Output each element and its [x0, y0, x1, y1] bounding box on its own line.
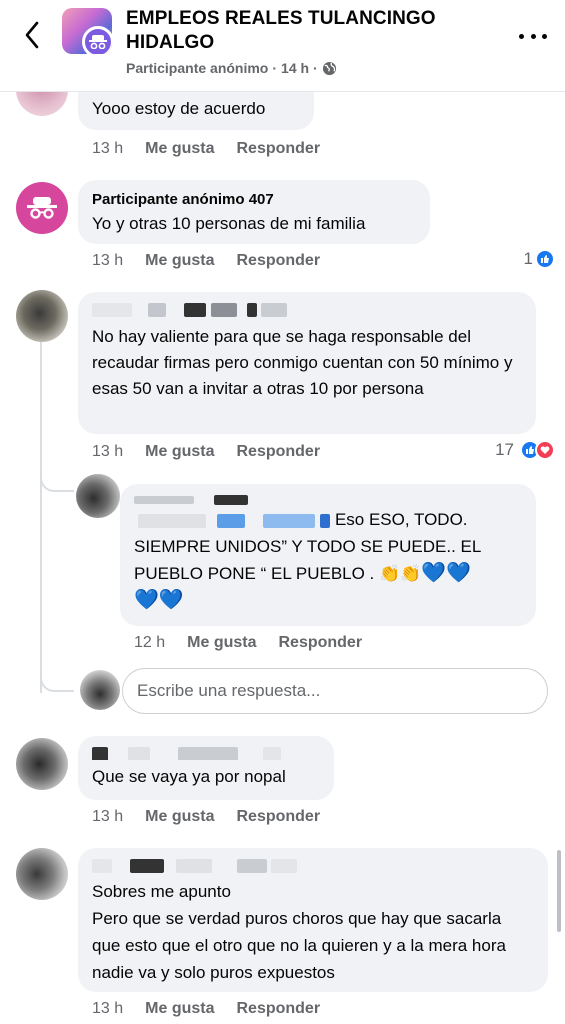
like-button[interactable]: Me gusta — [145, 252, 214, 270]
comment-actions: 13 h Me gusta Responder — [92, 140, 320, 158]
commenter-avatar[interactable] — [16, 738, 68, 790]
like-button[interactable]: Me gusta — [145, 808, 214, 826]
comment-bubble: Participante anónimo 407 Yo y otras 10 p… — [78, 180, 430, 244]
group-title[interactable]: EMPLEOS REALES TULANCINGO HIDALGO — [126, 7, 486, 55]
reply-button[interactable]: Responder — [236, 808, 320, 826]
comment-actions: 12 h Me gusta Responder — [134, 634, 362, 652]
comment-time[interactable]: 12 h — [134, 634, 165, 652]
blue-heart-icon: 💙💙 — [421, 562, 472, 584]
post-author[interactable]: Participante anónimo — [126, 60, 268, 76]
comment-author-redacted[interactable] — [92, 856, 534, 876]
thread-connector — [40, 470, 74, 492]
comment-actions: 13 h Me gusta Responder — [92, 443, 320, 461]
comment-time[interactable]: 13 h — [92, 252, 123, 270]
comment-bubble: Eso ESO, TODO. SIEMPRE UNIDOS” Y TODO SE… — [120, 484, 536, 626]
post-time[interactable]: 14 h — [281, 60, 309, 76]
comment-time[interactable]: 13 h — [92, 808, 123, 826]
thread-line — [40, 338, 42, 693]
love-reaction-icon — [535, 440, 555, 460]
meta-dot: · — [313, 60, 318, 76]
like-button[interactable]: Me gusta — [145, 443, 214, 461]
dot-icon — [542, 33, 547, 39]
comment-author-redacted[interactable] — [92, 300, 522, 320]
like-reaction-icon — [535, 249, 555, 269]
comment-text: Eso ESO, TODO. SIEMPRE UNIDOS” Y TODO SE… — [134, 506, 522, 614]
reply-input[interactable]: Escribe una respuesta... — [122, 668, 548, 714]
header: EMPLEOS REALES TULANCINGO HIDALGO Partic… — [0, 0, 565, 92]
reply-button[interactable]: Responder — [236, 140, 320, 158]
anonymous-avatar[interactable] — [16, 182, 68, 234]
comment-text: Yooo estoy de acuerdo — [92, 99, 266, 118]
blue-heart-icon: 💙💙 — [134, 589, 184, 611]
comment-time[interactable]: 13 h — [92, 443, 123, 461]
chevron-left-icon — [25, 21, 39, 49]
incognito-icon — [27, 197, 57, 219]
anonymous-badge-icon — [82, 26, 112, 54]
clapping-hands-icon: 👏👏 — [379, 564, 422, 583]
comment-author[interactable]: Participante anónimo 407 — [92, 190, 416, 209]
reaction-summary[interactable]: 1 — [524, 249, 555, 269]
comment-text: Yo y otras 10 personas de mi familia — [92, 214, 366, 233]
comment-text-line1: Sobres me apunto — [92, 882, 231, 901]
more-options-button[interactable] — [519, 26, 547, 46]
comment-text-rest: Pero que se verdad puros choros que hay … — [92, 909, 506, 982]
meta-dot: · — [272, 60, 278, 76]
reaction-summary[interactable]: 17 — [495, 440, 555, 460]
comment-bubble: Que se vaya ya por nopal — [78, 736, 334, 800]
like-button[interactable]: Me gusta — [145, 140, 214, 158]
comment-text: Que se vaya ya por nopal — [92, 767, 286, 786]
commenter-avatar[interactable] — [16, 290, 68, 342]
like-button[interactable]: Me gusta — [187, 634, 256, 652]
globe-icon — [322, 61, 336, 75]
reaction-count: 1 — [523, 249, 533, 268]
commenter-avatar[interactable] — [16, 848, 68, 900]
reaction-count: 17 — [495, 440, 514, 459]
comment-text: Sobres me apunto Pero que se verdad puro… — [92, 878, 534, 986]
reply-input-placeholder: Escribe una respuesta... — [137, 681, 321, 700]
commenter-avatar[interactable] — [76, 474, 120, 518]
dot-icon — [530, 33, 536, 39]
comment-text: No hay valiente para que se haga respons… — [92, 327, 513, 398]
comment-time[interactable]: 13 h — [92, 140, 123, 158]
like-button[interactable]: Me gusta — [145, 1000, 214, 1018]
back-button[interactable] — [18, 18, 46, 52]
comment-bubble: Sobres me apunto Pero que se verdad puro… — [78, 848, 548, 992]
scrollbar[interactable] — [557, 850, 561, 932]
reply-button[interactable]: Responder — [236, 443, 320, 461]
reply-button[interactable]: Responder — [236, 252, 320, 270]
thread-connector — [40, 668, 74, 692]
dot-icon — [519, 33, 524, 39]
post-meta: Participante anónimo · 14 h · — [126, 60, 337, 76]
comment-bubble: No hay valiente para que se haga respons… — [78, 292, 536, 434]
current-user-avatar — [80, 670, 120, 710]
comment-author-redacted[interactable] — [92, 744, 320, 760]
comment-actions: 13 h Me gusta Responder — [92, 1000, 320, 1018]
reply-button[interactable]: Responder — [236, 1000, 320, 1018]
reply-button[interactable]: Responder — [278, 634, 362, 652]
comment-time[interactable]: 13 h — [92, 1000, 123, 1018]
comment-actions: 13 h Me gusta Responder — [92, 808, 320, 826]
reply-text-line1: Eso ESO, TODO. — [334, 510, 468, 529]
comment-actions: 13 h Me gusta Responder — [92, 252, 320, 270]
comment-author-redacted[interactable] — [134, 490, 522, 506]
group-avatar[interactable] — [62, 8, 112, 54]
